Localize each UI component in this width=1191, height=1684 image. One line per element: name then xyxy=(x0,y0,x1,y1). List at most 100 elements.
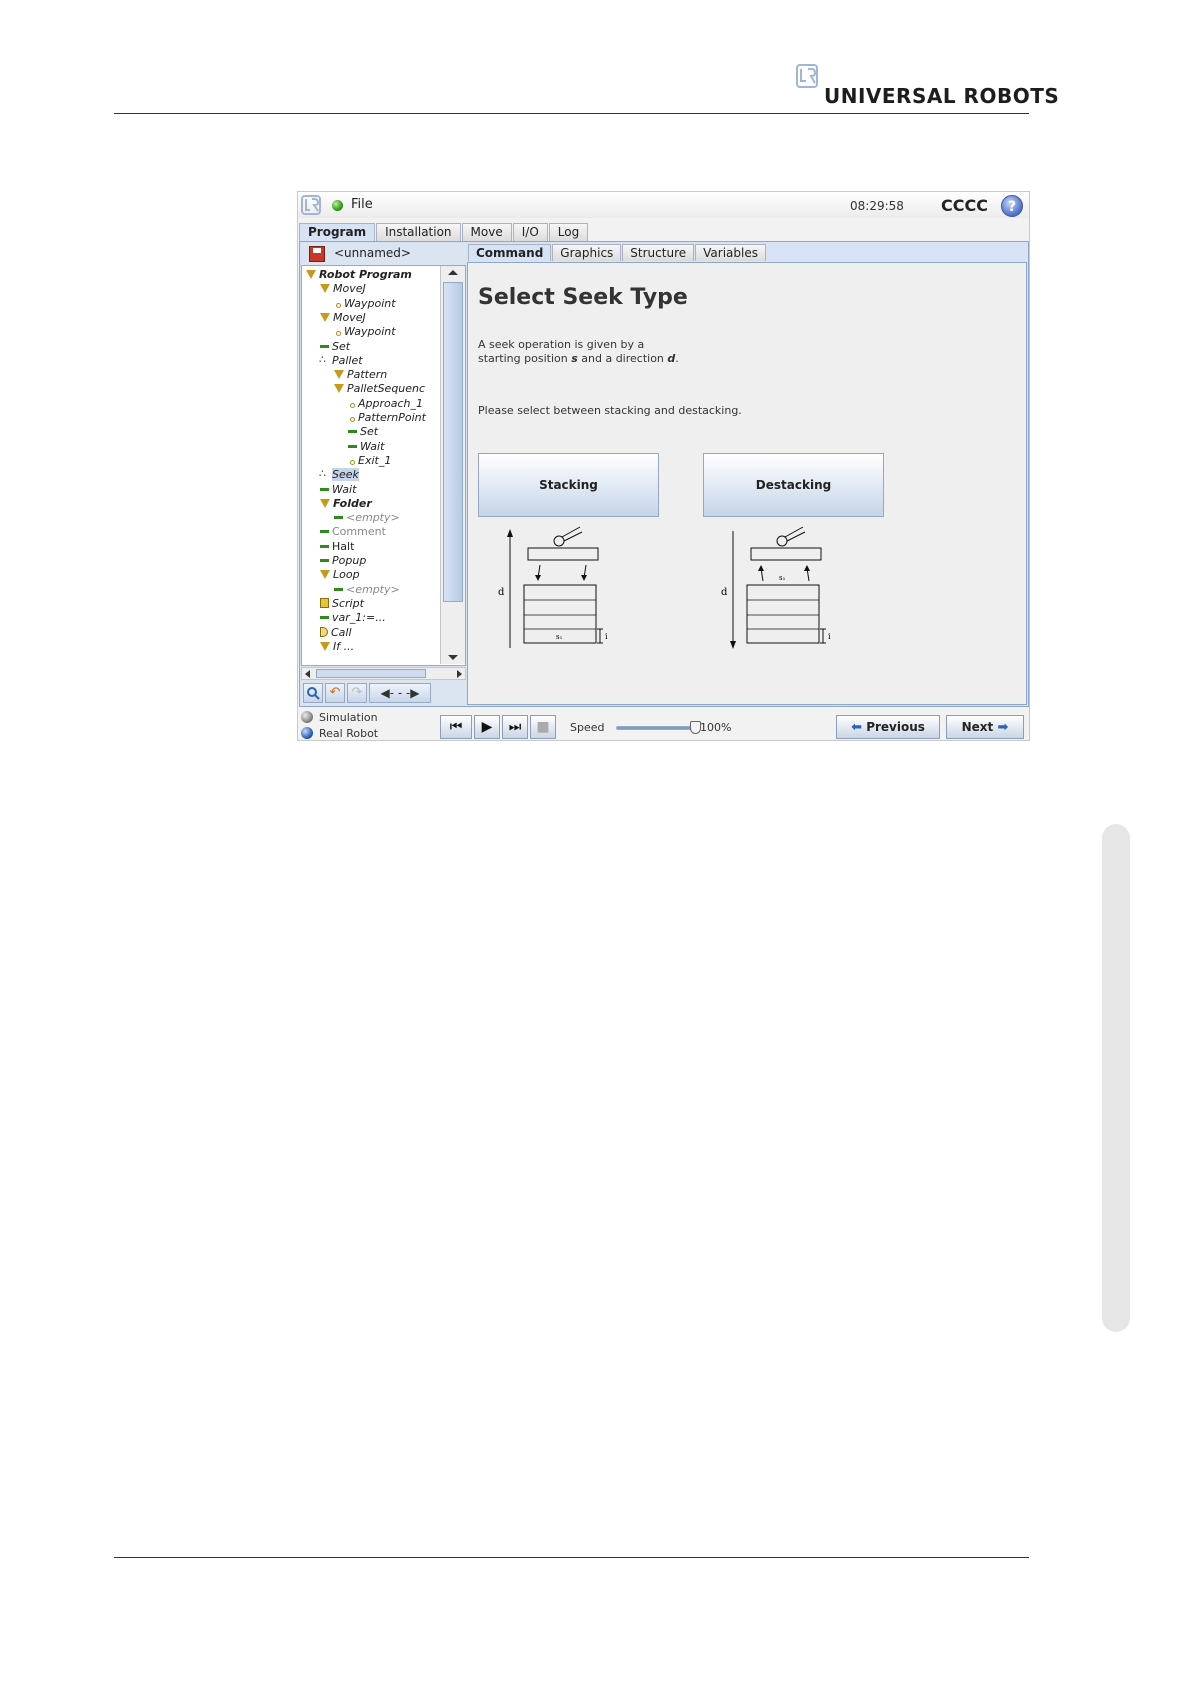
tree-node[interactable]: Call xyxy=(320,626,352,640)
command-icon xyxy=(320,530,329,534)
program-header: <unnamed> xyxy=(301,243,466,264)
help-icon[interactable]: ? xyxy=(1001,195,1023,217)
undo-icon[interactable]: ↶ xyxy=(325,683,345,703)
destacking-button[interactable]: Destacking xyxy=(703,453,884,517)
tab-structure[interactable]: Structure xyxy=(622,244,695,261)
tree-node[interactable]: Pattern xyxy=(334,368,387,382)
tree-node[interactable]: <empty> xyxy=(334,511,400,525)
tree-node[interactable]: Wait xyxy=(320,483,356,497)
tree-node-label: Waypoint xyxy=(344,296,396,310)
real-robot-toggle[interactable]: Real Robot xyxy=(301,726,378,741)
scroll-up-icon[interactable] xyxy=(448,270,458,275)
save-icon[interactable] xyxy=(309,246,325,262)
waypoint-icon xyxy=(336,331,341,337)
file-menu[interactable]: File xyxy=(351,197,373,212)
pallet-icon xyxy=(319,353,329,367)
step-button[interactable]: ⏭ xyxy=(502,715,528,739)
tree-node[interactable]: Robot Program xyxy=(306,268,412,282)
tree-node[interactable]: Waypoint xyxy=(334,325,396,339)
tree-node-label: Comment xyxy=(332,525,386,539)
tab-variables[interactable]: Variables xyxy=(695,244,766,261)
tree-node-label: MoveJ xyxy=(333,282,366,296)
tree-node[interactable]: Comment xyxy=(320,525,386,539)
redo-icon[interactable]: ↷ xyxy=(347,683,367,703)
tree-node-label: <empty> xyxy=(346,582,400,596)
tree-node[interactable]: PatternPoint xyxy=(348,411,426,425)
tree-node[interactable]: Folder xyxy=(320,497,372,511)
tree-node[interactable]: Exit_1 xyxy=(348,454,391,468)
tree-node[interactable]: Approach_1 xyxy=(348,397,423,411)
call-icon xyxy=(320,626,328,637)
tree-node-label: If ... xyxy=(333,639,355,653)
scroll-right-icon[interactable] xyxy=(457,670,462,678)
speed-label: Speed xyxy=(570,721,605,734)
tree-node[interactable]: MoveJ xyxy=(320,282,366,296)
tree-node[interactable]: Script xyxy=(320,597,364,611)
tree-node-label: Set xyxy=(360,425,379,439)
command-icon xyxy=(334,587,343,591)
tree-node[interactable]: Seek xyxy=(319,467,359,482)
tree-node[interactable]: Popup xyxy=(320,554,366,568)
real-robot-label: Real Robot xyxy=(319,727,379,740)
desc-text: and a direction xyxy=(581,352,664,365)
speed-slider[interactable] xyxy=(616,721,701,734)
scroll-thumb[interactable] xyxy=(316,669,426,678)
play-button[interactable]: ▶ xyxy=(474,715,500,739)
tab-move[interactable]: Move xyxy=(461,223,512,241)
folder-triangle-icon xyxy=(320,641,330,651)
tree-node[interactable]: <empty> xyxy=(334,583,400,597)
program-name: <unnamed> xyxy=(334,246,411,260)
tree-node[interactable]: PalletSequenc xyxy=(334,382,425,396)
title-bar: File 08:29:58 CCCC ? xyxy=(298,192,1029,218)
tree-node[interactable]: If ... xyxy=(320,640,354,654)
simulation-toggle[interactable]: Simulation xyxy=(301,710,378,725)
command-icon xyxy=(348,430,357,434)
simulation-icon xyxy=(301,711,313,723)
script-icon xyxy=(320,597,329,608)
tree-node[interactable]: Waypoint xyxy=(334,297,396,311)
scroll-thumb[interactable] xyxy=(443,282,463,602)
tab-io[interactable]: I/O xyxy=(512,223,548,241)
stop-button[interactable]: ■ xyxy=(530,715,556,739)
tab-log[interactable]: Log xyxy=(548,223,589,241)
previous-button[interactable]: ⬅ Previous xyxy=(836,715,940,739)
tree-vertical-scrollbar[interactable] xyxy=(440,266,465,664)
tree-node[interactable]: Set xyxy=(348,425,378,439)
speed-value: 100% xyxy=(700,721,732,734)
d-label: d xyxy=(721,587,728,598)
arrow-right-icon: ➡ xyxy=(997,720,1009,735)
tree-node[interactable]: Set xyxy=(320,340,350,354)
tree-node[interactable]: Wait xyxy=(348,440,384,454)
real-robot-icon xyxy=(301,727,313,739)
tree-node-label: PatternPoint xyxy=(358,411,426,424)
brand-name: UNIVERSAL ROBOTS xyxy=(824,84,1060,108)
tree-node[interactable]: MoveJ xyxy=(320,311,366,325)
tab-command[interactable]: Command xyxy=(468,244,552,261)
next-button[interactable]: Next ➡ xyxy=(946,715,1024,739)
tree-horizontal-scrollbar[interactable] xyxy=(301,667,466,680)
tree-node-label: Seek xyxy=(332,468,359,482)
search-icon[interactable] xyxy=(303,683,323,703)
tree-node[interactable]: var_1:=... xyxy=(320,611,386,625)
program-tree-list: Robot Program MoveJ Waypoint MoveJ Waypoint S… xyxy=(302,266,440,664)
waypoint-icon xyxy=(350,402,355,408)
tab-graphics[interactable]: Graphics xyxy=(552,244,622,261)
arrow-left-icon: ⬅ xyxy=(851,720,862,735)
tree-node[interactable]: Loop xyxy=(320,568,360,582)
scroll-left-icon[interactable] xyxy=(305,670,310,678)
tree-node[interactable]: Halt xyxy=(320,540,354,554)
stacking-button[interactable]: Stacking xyxy=(478,453,659,517)
scroll-down-icon[interactable] xyxy=(448,655,458,660)
tab-installation[interactable]: Installation xyxy=(376,223,461,241)
tree-node[interactable]: Pallet xyxy=(319,353,363,368)
rewind-button[interactable]: ⏮ xyxy=(440,715,472,739)
tree-toolbar: ↶ ↷ ◀- - -▶ xyxy=(301,683,466,705)
page-title: Select Seek Type xyxy=(478,285,688,310)
tab-program[interactable]: Program xyxy=(299,223,376,241)
tree-node-label: Wait xyxy=(332,482,357,496)
command-panel: Select Seek Type A seek operation is giv… xyxy=(467,262,1027,705)
move-node-button[interactable]: ◀- - -▶ xyxy=(369,683,431,703)
i-label: i xyxy=(828,632,831,641)
ur-logo-icon xyxy=(796,64,818,88)
previous-label: Previous xyxy=(866,720,925,734)
